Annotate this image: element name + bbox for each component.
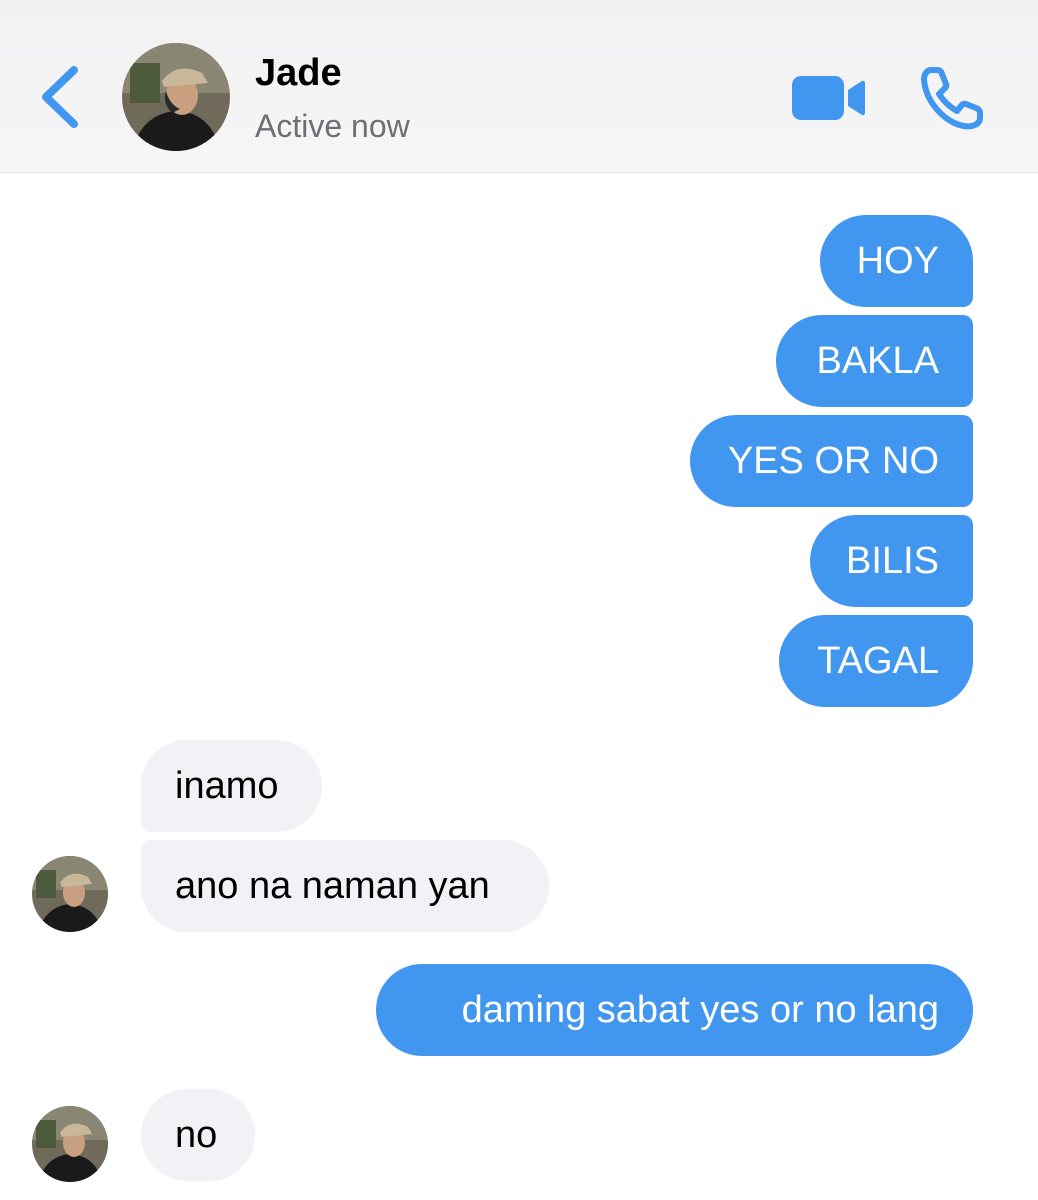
contact-avatar[interactable] (32, 1106, 108, 1182)
message-bubble-outgoing[interactable]: BAKLA (776, 315, 973, 407)
phone-icon[interactable] (918, 64, 986, 132)
message-bubble-incoming[interactable]: no (141, 1089, 255, 1181)
contact-avatar[interactable] (32, 856, 108, 932)
message-bubble-outgoing[interactable]: HOY (820, 215, 973, 307)
chat-header: Jade Active now (0, 0, 1038, 173)
message-bubble-outgoing[interactable]: daming sabat yes or no lang (376, 964, 973, 1056)
video-camera-icon[interactable] (790, 72, 866, 124)
message-bubble-incoming[interactable]: inamo (141, 740, 322, 832)
message-bubble-incoming[interactable]: ano na naman yan (141, 840, 549, 932)
message-bubble-outgoing[interactable]: BILIS (810, 515, 973, 607)
contact-name: Jade (255, 52, 342, 94)
chevron-left-icon[interactable] (36, 62, 86, 132)
message-bubble-outgoing[interactable]: TAGAL (779, 615, 973, 707)
avatar[interactable] (122, 43, 230, 151)
active-status: Active now (255, 108, 410, 144)
message-bubble-outgoing[interactable]: YES OR NO (690, 415, 973, 507)
